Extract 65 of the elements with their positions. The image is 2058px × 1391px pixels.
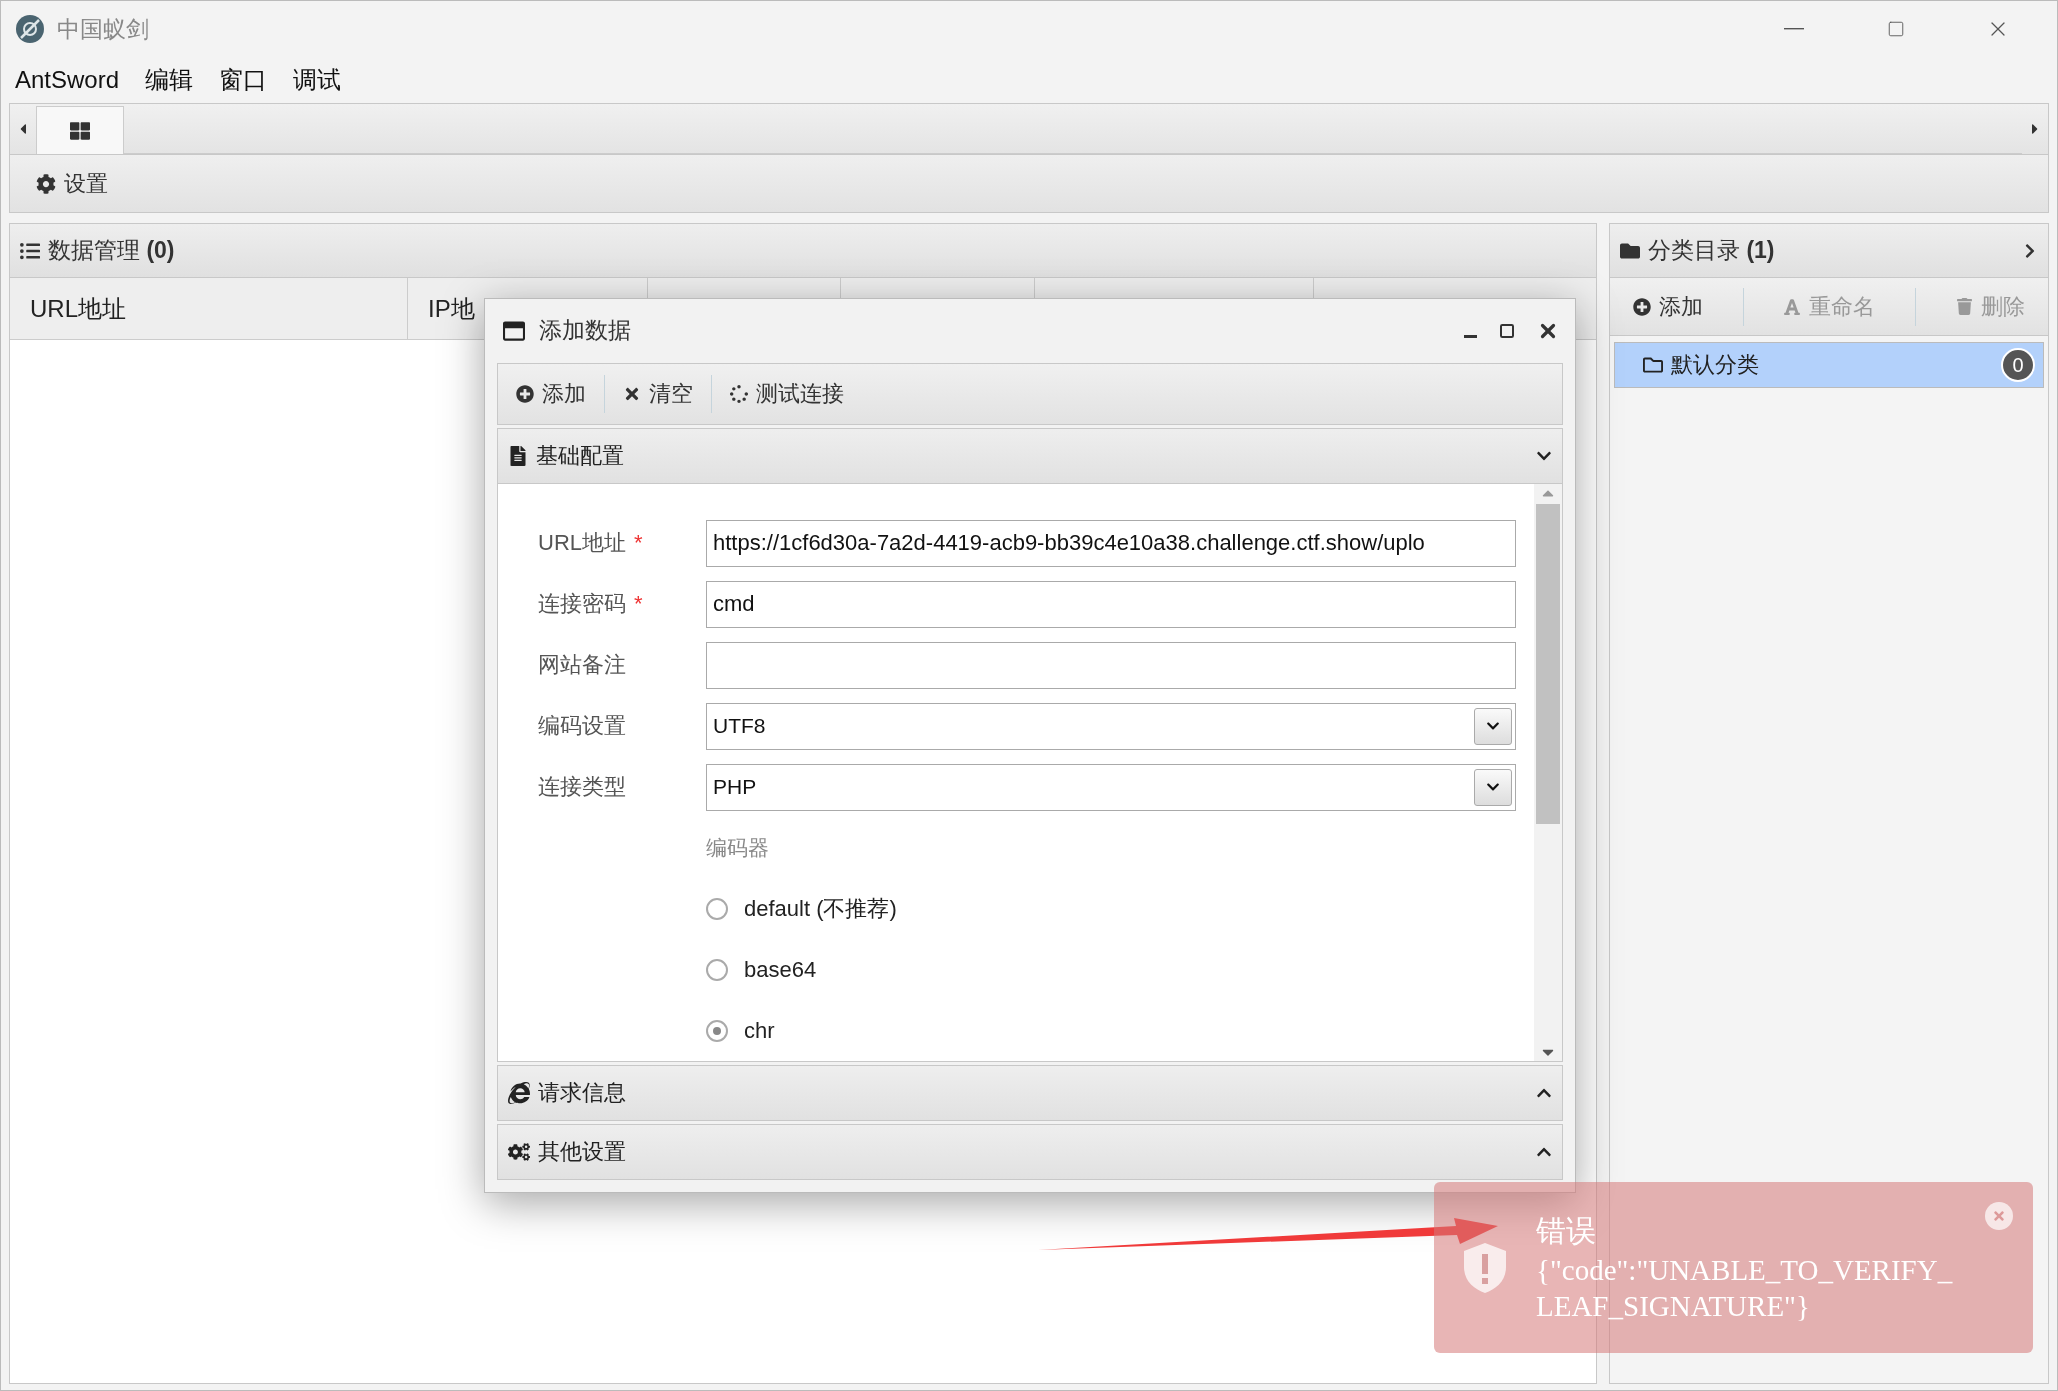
input-field[interactable]: https://1cf6d30a-7a2d-4419-acb9-bb39c4e10a38.challenge.ctf.show/uplo [706, 519, 1516, 567]
maximize-icon [1499, 322, 1515, 339]
toast-message: {"code":"UNABLE_TO_VERIFY_LEAF_SIGNATURE"} [1536, 1252, 1954, 1324]
field-label: URL地址 * [538, 529, 644, 558]
toolbar-button[interactable]: 添加 [1626, 290, 1709, 323]
toolbar-button[interactable]: 添加 [510, 374, 592, 413]
shield-alert-icon [1462, 1240, 1508, 1295]
minimize-icon [1784, 28, 1804, 30]
section-header[interactable]: 其他设置 [497, 1124, 1563, 1180]
select-field[interactable]: UTF8 [706, 702, 1516, 750]
panel-title: 数据管理 (0) [48, 236, 176, 265]
select-field[interactable]: PHP [706, 763, 1516, 811]
radio-button[interactable] [706, 1020, 728, 1043]
field-label: 编码设置 [538, 712, 627, 741]
browser-icon [508, 1082, 530, 1105]
menu-item[interactable]: 调试 [293, 64, 342, 96]
gears-icon [508, 1141, 530, 1164]
window-title: 中国蚁剑 [57, 14, 150, 44]
section-title: 其他设置 [538, 1138, 627, 1167]
field-label: 连接类型 [538, 773, 627, 802]
plus-icon [1632, 297, 1651, 316]
category-item[interactable]: 默认分类 0 [1614, 342, 2044, 388]
scrollbar-thumb[interactable] [1536, 503, 1560, 824]
section-header[interactable]: 请求信息 [497, 1065, 1563, 1122]
radio-label: default (不推荐) [744, 895, 897, 924]
section-title: 请求信息 [538, 1079, 627, 1108]
settings-button[interactable]: 设置 [30, 164, 114, 203]
radio-label: chr [744, 1018, 775, 1045]
input-field[interactable]: cmd [706, 580, 1516, 628]
radio-button[interactable] [706, 898, 728, 921]
dropdown-button[interactable] [1474, 707, 1512, 745]
toast-title: 错误 [1536, 1212, 1596, 1249]
document-icon [508, 445, 528, 466]
toolbar-button[interactable]: 清空 [617, 374, 699, 413]
field-label: 连接密码 * [538, 590, 644, 619]
menu-item[interactable]: 窗口 [219, 64, 268, 96]
section-title: 基础配置 [536, 441, 625, 470]
tab[interactable] [36, 106, 124, 154]
radio-label: base64 [744, 957, 817, 984]
app-logo-icon [15, 14, 45, 44]
list-icon [20, 240, 40, 261]
input-field[interactable] [706, 641, 1516, 689]
maximize-icon [1887, 20, 1905, 38]
font-icon [1783, 297, 1802, 316]
toolbar-button[interactable]: 测试连接 [724, 374, 850, 413]
grid-icon [70, 120, 90, 141]
count-badge: 0 [2001, 348, 2035, 382]
spinner-icon [730, 384, 748, 403]
settings-icon [36, 173, 56, 194]
category-label: 默认分类 [1671, 351, 1760, 379]
trash-icon [1956, 298, 1974, 315]
minimize-icon [1464, 335, 1477, 339]
menu-item[interactable]: 编辑 [145, 64, 194, 96]
section-header[interactable]: 基础配置 [497, 427, 1563, 484]
dropdown-button[interactable] [1474, 768, 1512, 806]
close-icon [1992, 1209, 2006, 1223]
plus-icon [516, 384, 534, 403]
radio-button[interactable] [706, 959, 728, 982]
window-icon [503, 319, 525, 342]
column-header: URL地址 [10, 278, 408, 339]
folder-icon [1643, 355, 1663, 375]
menu-item[interactable]: AntSword [15, 66, 120, 94]
encoder-label: 编码器 [706, 835, 769, 862]
panel-title: 分类目录 (1) [1648, 236, 1776, 265]
field-label: 网站备注 [538, 651, 627, 680]
